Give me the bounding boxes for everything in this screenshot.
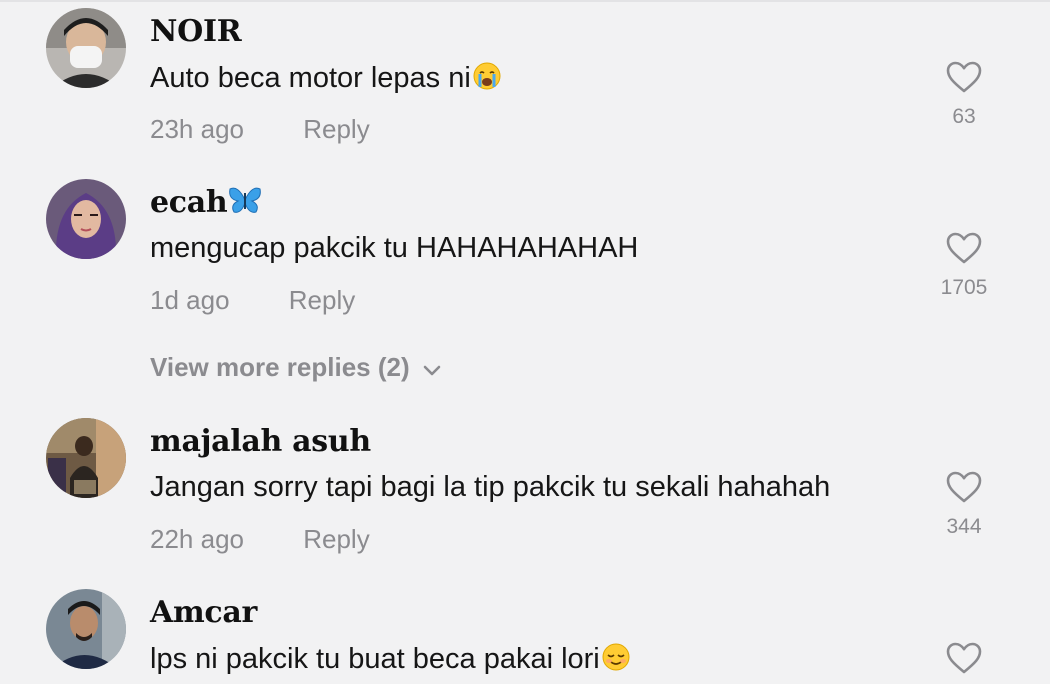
- username[interactable]: Amcar: [150, 595, 257, 630]
- reply-button[interactable]: Reply: [289, 285, 355, 315]
- comment-text-content: lps ni pakcik tu buat beca pakai lori: [150, 643, 600, 675]
- username[interactable]: NOIR: [150, 14, 242, 49]
- chevron-down-icon: [422, 354, 442, 385]
- heart-icon[interactable]: [945, 641, 983, 675]
- avatar[interactable]: [46, 179, 126, 259]
- like-area: 344: [924, 470, 1004, 539]
- heart-icon[interactable]: [945, 231, 983, 265]
- comment-text-content: Auto beca motor lepas ni: [150, 62, 471, 94]
- comment-text: mengucap pakcik tu HAHAHAHAHAH: [150, 232, 639, 264]
- like-count: 63: [952, 105, 976, 128]
- avatar[interactable]: [46, 589, 126, 669]
- reply-button[interactable]: Reply: [303, 114, 369, 144]
- comment-text: lps ni pakcik tu buat beca pakai lori: [150, 642, 631, 680]
- username[interactable]: majalah asuh: [150, 424, 371, 459]
- timestamp: 22h ago: [150, 524, 244, 554]
- username[interactable]: ecah: [150, 185, 262, 223]
- heart-icon[interactable]: [945, 60, 983, 94]
- butterfly-emoji-icon: [228, 185, 262, 223]
- reply-button[interactable]: Reply: [303, 524, 369, 554]
- comment-meta: 22h ago Reply: [150, 524, 370, 555]
- comment-meta: 23h ago Reply: [150, 114, 370, 145]
- view-more-replies-label: View more replies (2): [150, 352, 410, 382]
- timestamp: 23h ago: [150, 114, 244, 144]
- heart-icon[interactable]: [945, 470, 983, 504]
- crying-face-emoji-icon: [472, 61, 502, 99]
- avatar[interactable]: [46, 418, 126, 498]
- avatar[interactable]: [46, 8, 126, 88]
- view-more-replies-button[interactable]: View more replies (2): [150, 352, 442, 385]
- relieved-face-emoji-icon: [601, 642, 631, 680]
- username-text: ecah: [150, 185, 228, 220]
- comment-text: Auto beca motor lepas ni: [150, 61, 502, 99]
- like-count: 1705: [940, 276, 988, 299]
- like-area: 63: [924, 60, 1004, 129]
- top-divider: [0, 0, 1050, 2]
- comment-text: Jangan sorry tapi bagi la tip pakcik tu …: [150, 471, 831, 503]
- like-count: 344: [946, 515, 982, 538]
- timestamp: 1d ago: [150, 285, 230, 315]
- like-area: 1705: [924, 231, 1004, 300]
- comment-meta: 1d ago Reply: [150, 285, 355, 316]
- like-area: [924, 641, 1004, 675]
